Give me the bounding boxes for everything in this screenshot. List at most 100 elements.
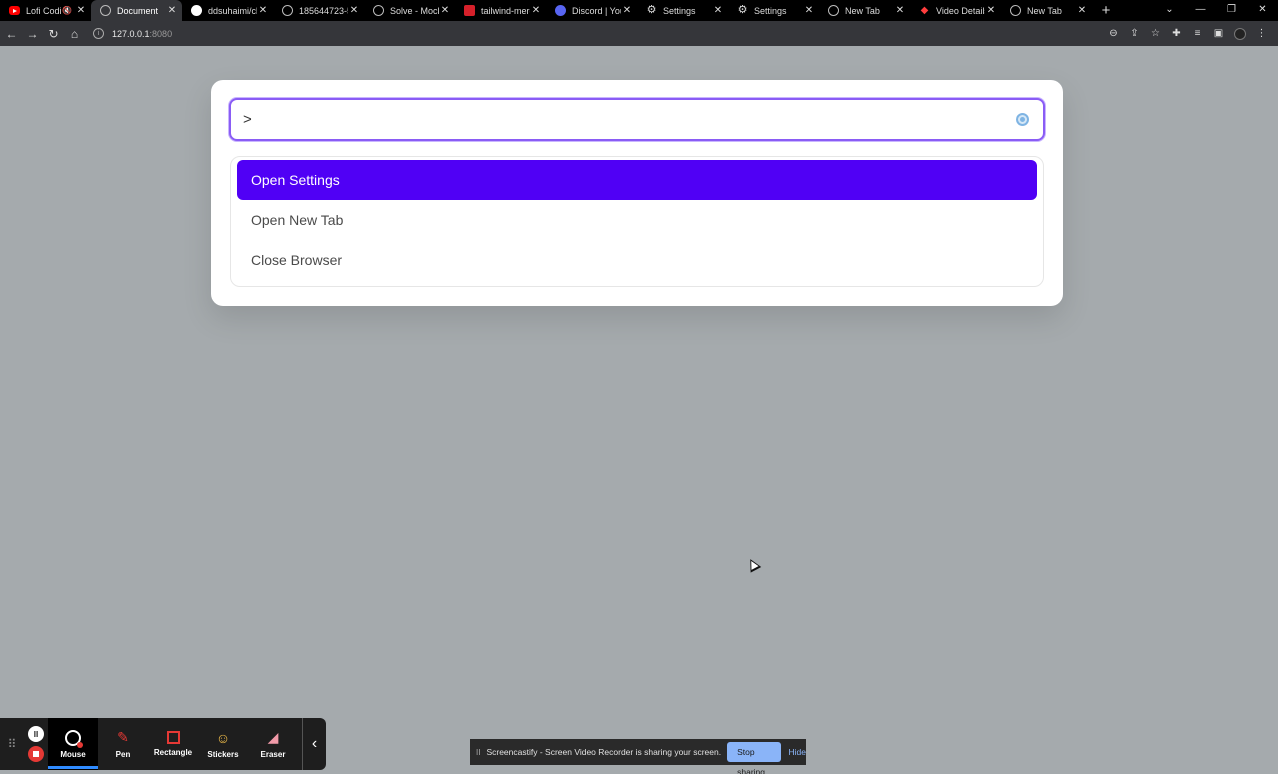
tool-label: Mouse bbox=[60, 749, 86, 759]
tab-title: New Tab bbox=[845, 5, 880, 16]
toolbar-actions: ⊖ ⇪ ☆ ✚ ≡ ▣ ⋮ bbox=[1103, 21, 1272, 46]
tab-title: Settings bbox=[754, 5, 787, 16]
bookmark-star-icon[interactable]: ☆ bbox=[1145, 28, 1166, 39]
menu-kebab-icon[interactable]: ⋮ bbox=[1251, 28, 1272, 39]
drag-handle-icon[interactable]: ⠿ bbox=[0, 718, 24, 770]
close-icon[interactable]: ✕ bbox=[894, 5, 906, 16]
command-input[interactable] bbox=[243, 100, 1003, 139]
pen-icon: ✎ bbox=[117, 729, 129, 745]
sticker-icon: ☺ bbox=[215, 729, 231, 746]
loading-spinner-icon bbox=[1016, 113, 1029, 126]
mouse-icon bbox=[65, 729, 83, 748]
tool-eraser[interactable]: ◢ Eraser bbox=[248, 718, 298, 770]
minimize-button[interactable]: — bbox=[1185, 0, 1216, 21]
stop-recording-button[interactable] bbox=[28, 746, 44, 762]
tab-title: 185644723-5 bbox=[299, 5, 348, 16]
stop-sharing-button[interactable]: Stop sharing bbox=[727, 742, 781, 774]
close-icon[interactable]: ✕ bbox=[439, 5, 451, 16]
profile-avatar[interactable] bbox=[1234, 27, 1246, 40]
side-panel-icon[interactable]: ▣ bbox=[1208, 28, 1229, 39]
tab-title: Settings bbox=[663, 5, 696, 16]
restore-button[interactable]: ❐ bbox=[1216, 0, 1247, 21]
close-icon[interactable]: ✕ bbox=[1076, 5, 1088, 16]
address-bar[interactable]: i 127.0.0.1 :8080 bbox=[93, 25, 172, 42]
tab-tailwind-merge[interactable]: tailwind-merg ✕ bbox=[455, 0, 546, 21]
forward-button[interactable]: → bbox=[22, 27, 43, 41]
screen-sharing-bar: II Screencastify - Screen Video Recorder… bbox=[470, 739, 806, 774]
tool-label: Pen bbox=[115, 749, 131, 759]
tab-video-details[interactable]: ◆ Video Details ✕ bbox=[910, 0, 1001, 21]
gear-icon: ⚙ bbox=[737, 4, 748, 16]
close-icon[interactable]: ✕ bbox=[257, 5, 269, 16]
tool-pen[interactable]: ✎ Pen bbox=[98, 718, 148, 770]
tab-lofi[interactable]: Lofi Codi 🔇 ✕ bbox=[0, 0, 91, 21]
extensions-icon[interactable]: ✚ bbox=[1166, 28, 1187, 39]
tab-title: ddsuhaimi/cl bbox=[208, 5, 257, 16]
close-icon[interactable]: ✕ bbox=[985, 5, 997, 16]
new-tab-button[interactable]: + bbox=[1092, 0, 1120, 21]
speaker-muted-icon[interactable]: 🔇 bbox=[62, 6, 72, 15]
tab-title: Solve - Mock bbox=[390, 5, 439, 16]
recording-controls: II bbox=[24, 718, 48, 770]
close-icon[interactable]: ✕ bbox=[75, 5, 87, 16]
hide-sharing-bar-button[interactable]: Hide bbox=[789, 747, 806, 757]
share-icon[interactable]: ⇪ bbox=[1124, 28, 1145, 39]
url-host: 127.0.0.1 bbox=[112, 28, 150, 39]
close-icon[interactable]: ✕ bbox=[621, 5, 633, 16]
tab-title: Lofi Codi bbox=[26, 5, 62, 16]
zoom-icon[interactable]: ⊖ bbox=[1103, 28, 1124, 39]
tool-stickers[interactable]: ☺ Stickers bbox=[198, 718, 248, 770]
github-icon bbox=[191, 5, 202, 16]
reload-button[interactable]: ↻ bbox=[43, 27, 64, 41]
sharing-indicator-icon: II bbox=[476, 747, 481, 757]
tool-rectangle[interactable]: Rectangle bbox=[148, 718, 198, 770]
media-control-icon[interactable]: ≡ bbox=[1187, 28, 1208, 39]
sharing-message: Screencastify - Screen Video Recorder is… bbox=[486, 747, 722, 757]
home-button[interactable]: ⌂ bbox=[64, 27, 85, 41]
tab-image[interactable]: 185644723-5 ✕ bbox=[273, 0, 364, 21]
npm-icon bbox=[464, 5, 475, 16]
tab-strip: Lofi Codi 🔇 ✕ Document ✕ ddsuhaimi/cl ✕ … bbox=[0, 0, 1120, 21]
command-open-new-tab[interactable]: Open New Tab bbox=[237, 200, 1037, 240]
url-port: :8080 bbox=[149, 28, 173, 39]
tab-solve[interactable]: Solve - Mock ✕ bbox=[364, 0, 455, 21]
tab-settings-2[interactable]: ⚙ Settings ✕ bbox=[728, 0, 819, 21]
close-icon[interactable]: ✕ bbox=[530, 5, 542, 16]
tab-document[interactable]: Document ✕ bbox=[91, 0, 182, 21]
tab-title: tailwind-merg bbox=[481, 5, 530, 16]
tab-discord[interactable]: Discord | You ✕ bbox=[546, 0, 637, 21]
chrome-icon bbox=[828, 5, 839, 16]
tab-new-tab-2[interactable]: New Tab ✕ bbox=[1001, 0, 1092, 21]
tool-label: Rectangle bbox=[153, 748, 193, 757]
command-open-settings[interactable]: Open Settings bbox=[237, 160, 1037, 200]
tab-new-tab[interactable]: New Tab ✕ bbox=[819, 0, 910, 21]
rectangle-icon bbox=[166, 731, 180, 744]
command-palette: Open Settings Open New Tab Close Browser bbox=[211, 80, 1063, 306]
close-window-button[interactable]: ✕ bbox=[1247, 0, 1278, 21]
tab-settings[interactable]: ⚙ Settings ✕ bbox=[637, 0, 728, 21]
globe-icon bbox=[100, 5, 111, 16]
tool-mouse[interactable]: Mouse bbox=[48, 718, 98, 770]
site-info-icon[interactable]: i bbox=[93, 28, 104, 39]
openai-icon bbox=[373, 5, 384, 16]
browser-tab-bar: Lofi Codi 🔇 ✕ Document ✕ ddsuhaimi/cl ✕ … bbox=[0, 0, 1278, 21]
browser-toolbar: ← → ↻ ⌂ i 127.0.0.1 :8080 ⊖ ⇪ ☆ ✚ ≡ ▣ ⋮ bbox=[0, 21, 1278, 46]
pause-recording-button[interactable]: II bbox=[28, 726, 44, 742]
command-search-box bbox=[229, 98, 1045, 141]
tab-title: Discord | You bbox=[572, 5, 621, 16]
back-button[interactable]: ← bbox=[1, 27, 22, 41]
close-icon[interactable]: ✕ bbox=[348, 5, 360, 16]
collapse-toolbar-chevron-icon[interactable]: ‹ bbox=[302, 718, 326, 770]
tab-github[interactable]: ddsuhaimi/cl ✕ bbox=[182, 0, 273, 21]
command-results-list: Open Settings Open New Tab Close Browser bbox=[230, 156, 1044, 287]
tab-search-icon[interactable]: ⌄ bbox=[1154, 0, 1185, 21]
close-icon[interactable]: ✕ bbox=[803, 5, 815, 16]
command-close-browser[interactable]: Close Browser bbox=[237, 240, 1037, 280]
window-controls: ⌄ — ❐ ✕ bbox=[1154, 0, 1278, 21]
screencastify-toolbar: ⠿ II Mouse ✎ Pen Rectangle ☺ Stickers ◢ … bbox=[0, 718, 326, 770]
close-icon[interactable]: ✕ bbox=[166, 5, 178, 16]
globe-icon bbox=[282, 5, 293, 16]
tab-title: Video Details bbox=[936, 5, 985, 16]
close-icon[interactable]: ✕ bbox=[712, 5, 724, 16]
youtube-icon bbox=[9, 6, 20, 15]
